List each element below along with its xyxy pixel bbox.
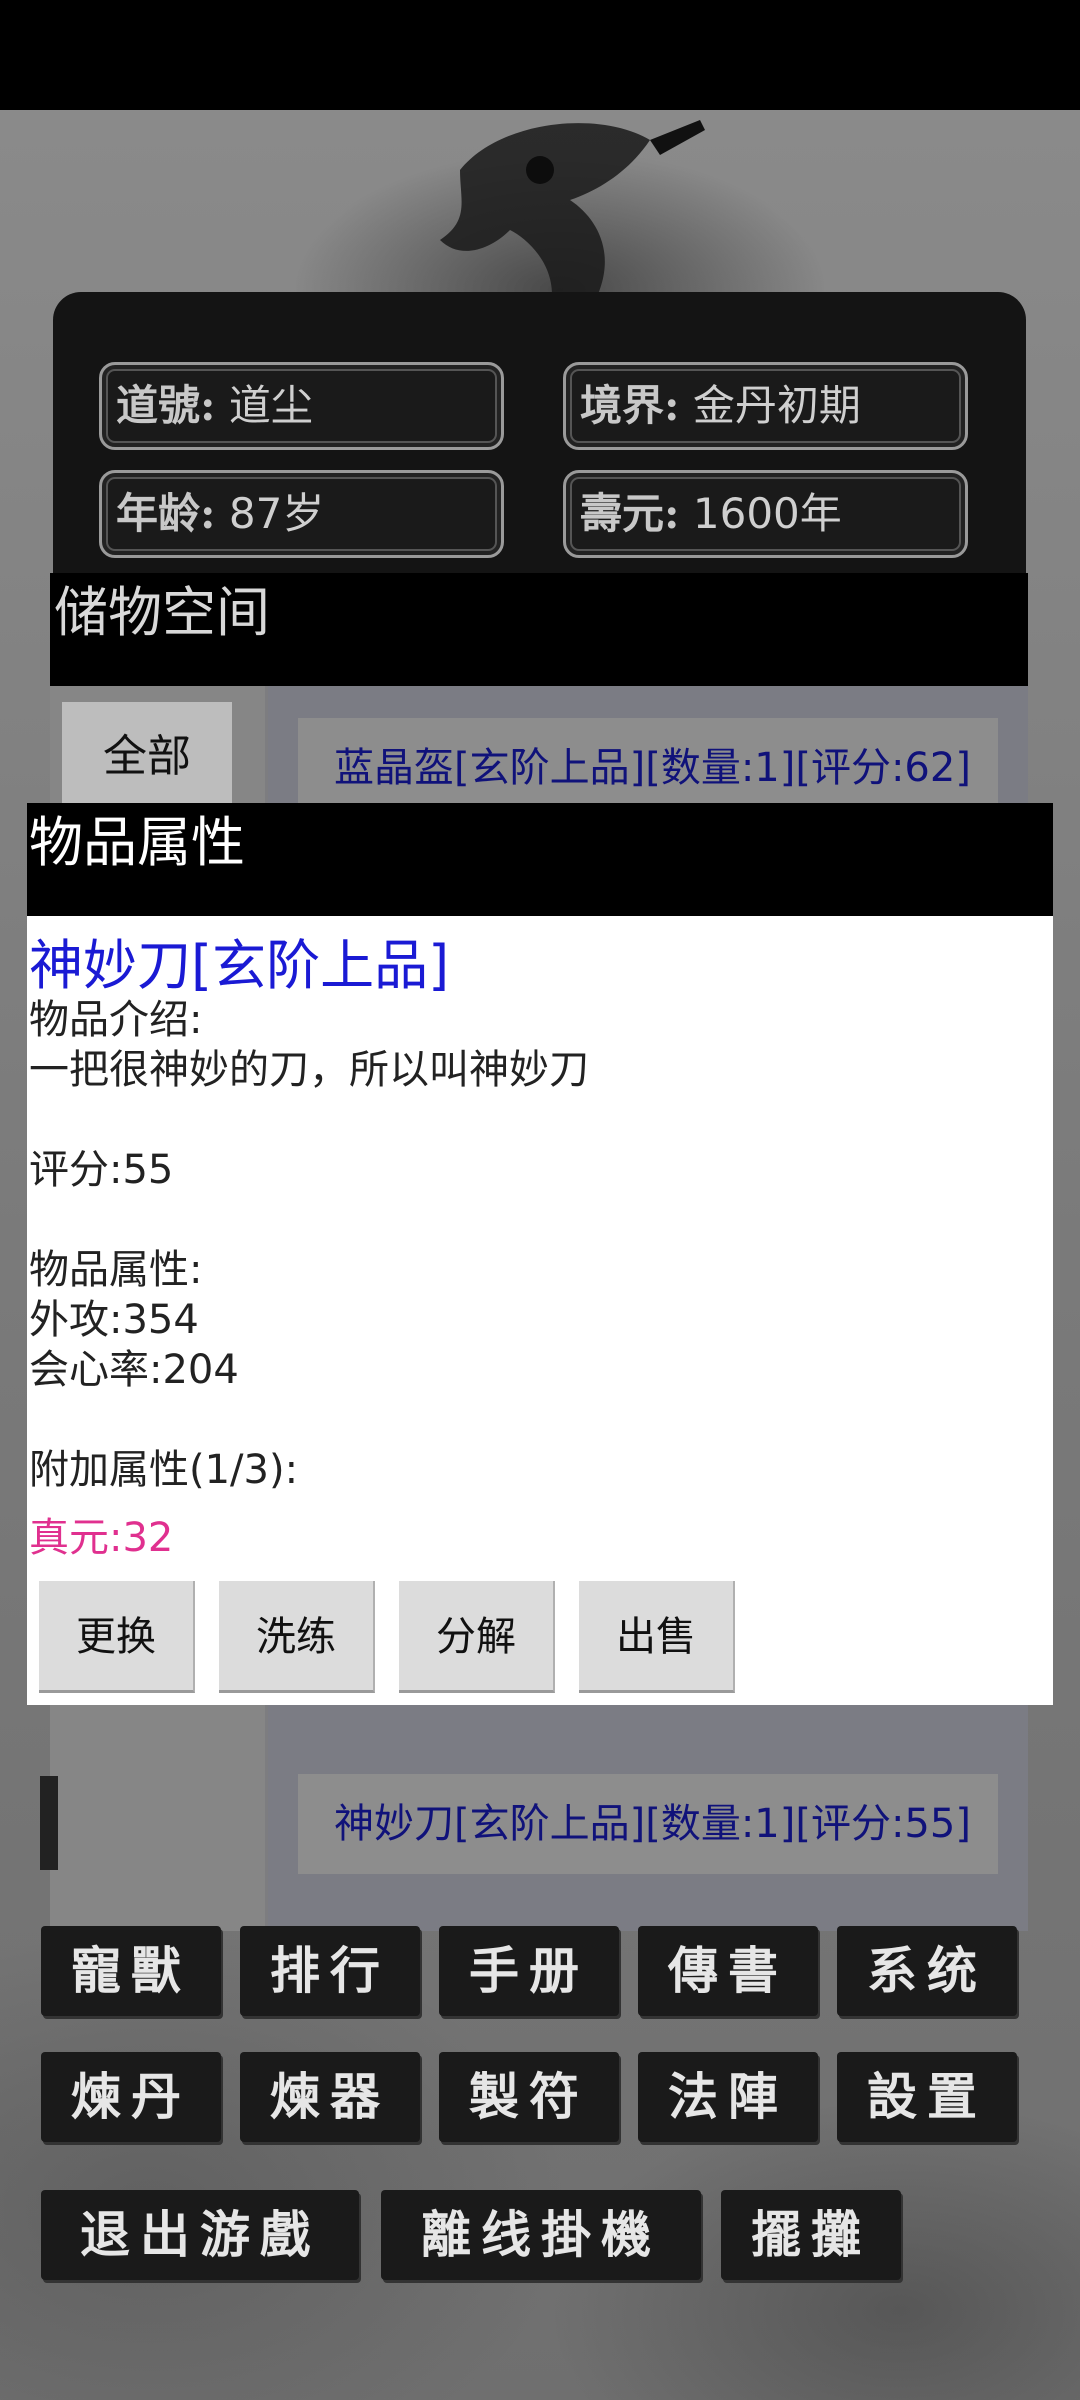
sell-button[interactable]: 出售 (579, 1581, 735, 1693)
shouyuan-label: 壽元: (580, 489, 680, 538)
menu-settings-button[interactable]: 設置 (837, 2052, 1017, 2142)
side-tab[interactable] (40, 1776, 58, 1870)
age-field: 年龄: 87岁 (99, 470, 504, 558)
menu-formation-button[interactable]: 法陣 (638, 2052, 818, 2142)
menu-talisman-button[interactable]: 製符 (439, 2052, 619, 2142)
age-value: 87岁 (228, 489, 325, 538)
refine-button[interactable]: 洗练 (219, 1581, 375, 1693)
item-name: 神妙刀[玄阶上品] (29, 934, 450, 997)
decompose-button[interactable]: 分解 (399, 1581, 555, 1693)
age-label: 年龄: (116, 489, 216, 538)
daohao-field: 道號: 道尘 (99, 362, 504, 450)
replace-button[interactable]: 更换 (39, 1581, 195, 1693)
jingjie-field: 境界: 金丹初期 (563, 362, 968, 450)
jingjie-label: 境界: (580, 381, 680, 430)
storage-title: 储物空间 (50, 573, 1028, 686)
menu-exit-game-button[interactable]: 退出游戲 (41, 2190, 359, 2280)
daohao-label: 道號: (116, 381, 216, 430)
shouyuan-field: 壽元: 1600年 (563, 470, 968, 558)
item-attribute-dialog: 物品属性 神妙刀[玄阶上品] 物品介绍: 一把很神妙的刀，所以叫神妙刀 评分:5… (27, 803, 1053, 1705)
status-bar (0, 0, 1080, 110)
menu-manual-button[interactable]: 手册 (439, 1926, 619, 2016)
menu-stall-button[interactable]: 擺攤 (721, 2190, 901, 2280)
extra-attribute: 真元:32 (29, 1515, 174, 1561)
list-item[interactable]: 神妙刀[玄阶上品][数量:1][评分:55] (298, 1774, 998, 1874)
ink-figure-illustration (440, 120, 705, 310)
menu-ranking-button[interactable]: 排行 (240, 1926, 420, 2016)
shouyuan-value: 1600年 (692, 489, 842, 538)
dialog-title: 物品属性 (27, 803, 1053, 916)
daohao-value: 道尘 (228, 381, 313, 430)
menu-mail-button[interactable]: 傳書 (638, 1926, 818, 2016)
menu-alchemy-button[interactable]: 煉丹 (41, 2052, 221, 2142)
filter-all-button[interactable]: 全部 (62, 702, 232, 812)
item-description: 物品介绍: 一把很神妙的刀，所以叫神妙刀 评分:55 物品属性: 外攻:354 … (29, 997, 589, 1493)
menu-pets-button[interactable]: 寵獸 (41, 1926, 221, 2016)
jingjie-value: 金丹初期 (692, 381, 861, 430)
menu-system-button[interactable]: 系统 (837, 1926, 1017, 2016)
menu-forge-button[interactable]: 煉器 (240, 2052, 420, 2142)
menu-offline-idle-button[interactable]: 離线掛機 (381, 2190, 701, 2280)
